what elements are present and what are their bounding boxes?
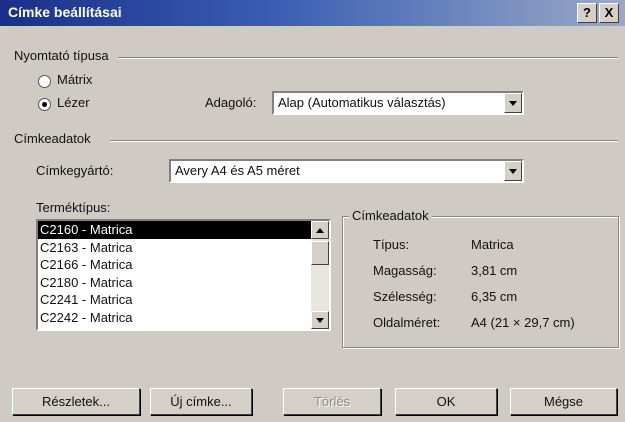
vendor-dropdown-button[interactable] xyxy=(504,161,522,181)
cancel-button[interactable]: Mégse xyxy=(510,388,617,415)
product-type-list[interactable]: C2160 - Matrica C2163 - Matrica C2166 - Ma… xyxy=(36,219,331,331)
new-label-button[interactable]: Új címke... xyxy=(150,388,252,415)
label-data-label: Címkeadatok xyxy=(14,131,91,146)
product-list-scrollbar[interactable] xyxy=(311,221,329,329)
width-value: 6,35 cm xyxy=(471,289,518,304)
chevron-up-icon xyxy=(316,227,324,233)
feeder-label: Adagoló: xyxy=(205,95,257,110)
printer-type-divider xyxy=(118,57,618,59)
width-label: Szélesség: xyxy=(373,289,437,304)
type-value: Matrica xyxy=(471,237,514,252)
type-label: Típus: xyxy=(373,237,410,252)
matrix-radio-label[interactable]: Mátrix xyxy=(57,72,92,87)
label-data-divider xyxy=(110,140,618,142)
vendor-value: Avery A4 és A5 méret xyxy=(175,163,300,178)
help-button[interactable]: ? xyxy=(577,3,597,23)
product-list-items: C2160 - Matrica C2163 - Matrica C2166 - Ma… xyxy=(38,221,329,326)
close-button[interactable]: X xyxy=(599,3,619,23)
scroll-thumb[interactable] xyxy=(311,241,329,265)
feeder-select[interactable]: Alap (Automatikus választás) xyxy=(272,91,524,115)
product-type-label: Terméktípus: xyxy=(36,200,111,215)
height-value: 3,81 cm xyxy=(471,263,518,278)
ok-button[interactable]: OK xyxy=(395,388,497,415)
feeder-dropdown-button[interactable] xyxy=(504,93,522,113)
list-item[interactable]: C2163 - Matrica xyxy=(38,239,329,257)
height-label: Magasság: xyxy=(373,263,437,278)
chevron-down-icon xyxy=(509,100,517,106)
title-bar: Címke beállításai ? X xyxy=(0,0,625,26)
list-item[interactable]: C2160 - Matrica xyxy=(38,221,329,239)
printer-type-label: Nyomtató típusa xyxy=(14,48,109,63)
matrix-radio[interactable] xyxy=(38,75,51,88)
list-item[interactable]: C2180 - Matrica xyxy=(38,274,329,292)
details-button[interactable]: Részletek... xyxy=(12,388,140,415)
scroll-down-button[interactable] xyxy=(311,311,329,329)
delete-button[interactable]: Törlés xyxy=(283,388,381,415)
scroll-up-button[interactable] xyxy=(311,221,329,239)
list-item[interactable]: C2166 - Matrica xyxy=(38,256,329,274)
laser-radio[interactable] xyxy=(38,98,51,111)
chevron-down-icon xyxy=(509,168,517,174)
label-info-legend: Címkeadatok xyxy=(349,208,432,223)
window-title: Címke beállításai xyxy=(8,4,122,20)
list-item[interactable]: C2242 - Matrica xyxy=(38,309,329,327)
page-size-label: Oldalméret: xyxy=(373,315,441,330)
label-info-box: Címkeadatok Típus: Matrica Magasság: 3,8… xyxy=(342,208,619,348)
laser-radio-label[interactable]: Lézer xyxy=(57,95,90,110)
page-size-value: A4 (21 × 29,7 cm) xyxy=(471,315,575,330)
list-item[interactable]: C2241 - Matrica xyxy=(38,291,329,309)
vendor-label: Címkegyártó: xyxy=(36,163,114,178)
vendor-select[interactable]: Avery A4 és A5 méret xyxy=(169,159,524,183)
chevron-down-icon xyxy=(316,317,324,323)
feeder-value: Alap (Automatikus választás) xyxy=(278,95,446,110)
